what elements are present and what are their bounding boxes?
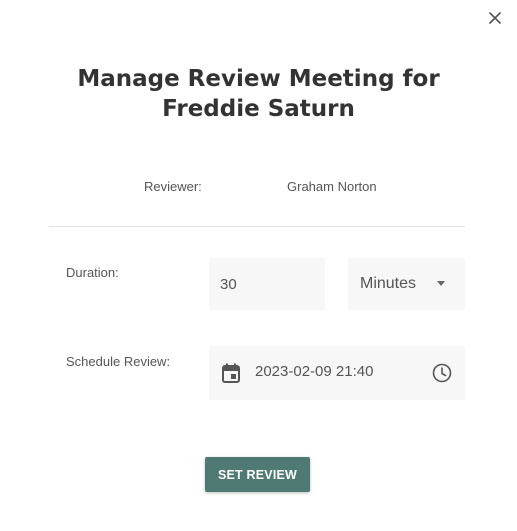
reviewer-value: Graham Norton [287, 179, 377, 194]
divider [49, 226, 465, 227]
duration-input[interactable] [209, 258, 325, 310]
calendar-button[interactable] [220, 362, 242, 384]
dialog-title: Manage Review Meeting for Freddie Saturn [77, 66, 440, 122]
duration-label: Duration: [66, 265, 119, 280]
caret-down-icon [437, 281, 445, 286]
set-review-button[interactable]: SET REVIEW [205, 457, 310, 492]
reviewer-label: Reviewer: [144, 179, 202, 194]
schedule-datetime-value: 2023-02-09 21:40 [255, 363, 374, 380]
duration-unit-select[interactable]: Minutes [348, 258, 465, 310]
review-meeting-dialog: Manage Review Meeting for Freddie Saturn… [0, 0, 517, 531]
close-button[interactable] [485, 8, 505, 28]
calendar-icon [222, 363, 240, 383]
clock-button[interactable] [431, 362, 453, 384]
duration-unit-value: Minutes [360, 275, 417, 292]
schedule-datetime-field[interactable]: 2023-02-09 21:40 [209, 346, 465, 400]
close-icon [489, 12, 501, 24]
schedule-review-label: Schedule Review: [66, 354, 171, 369]
clock-icon [432, 363, 452, 383]
